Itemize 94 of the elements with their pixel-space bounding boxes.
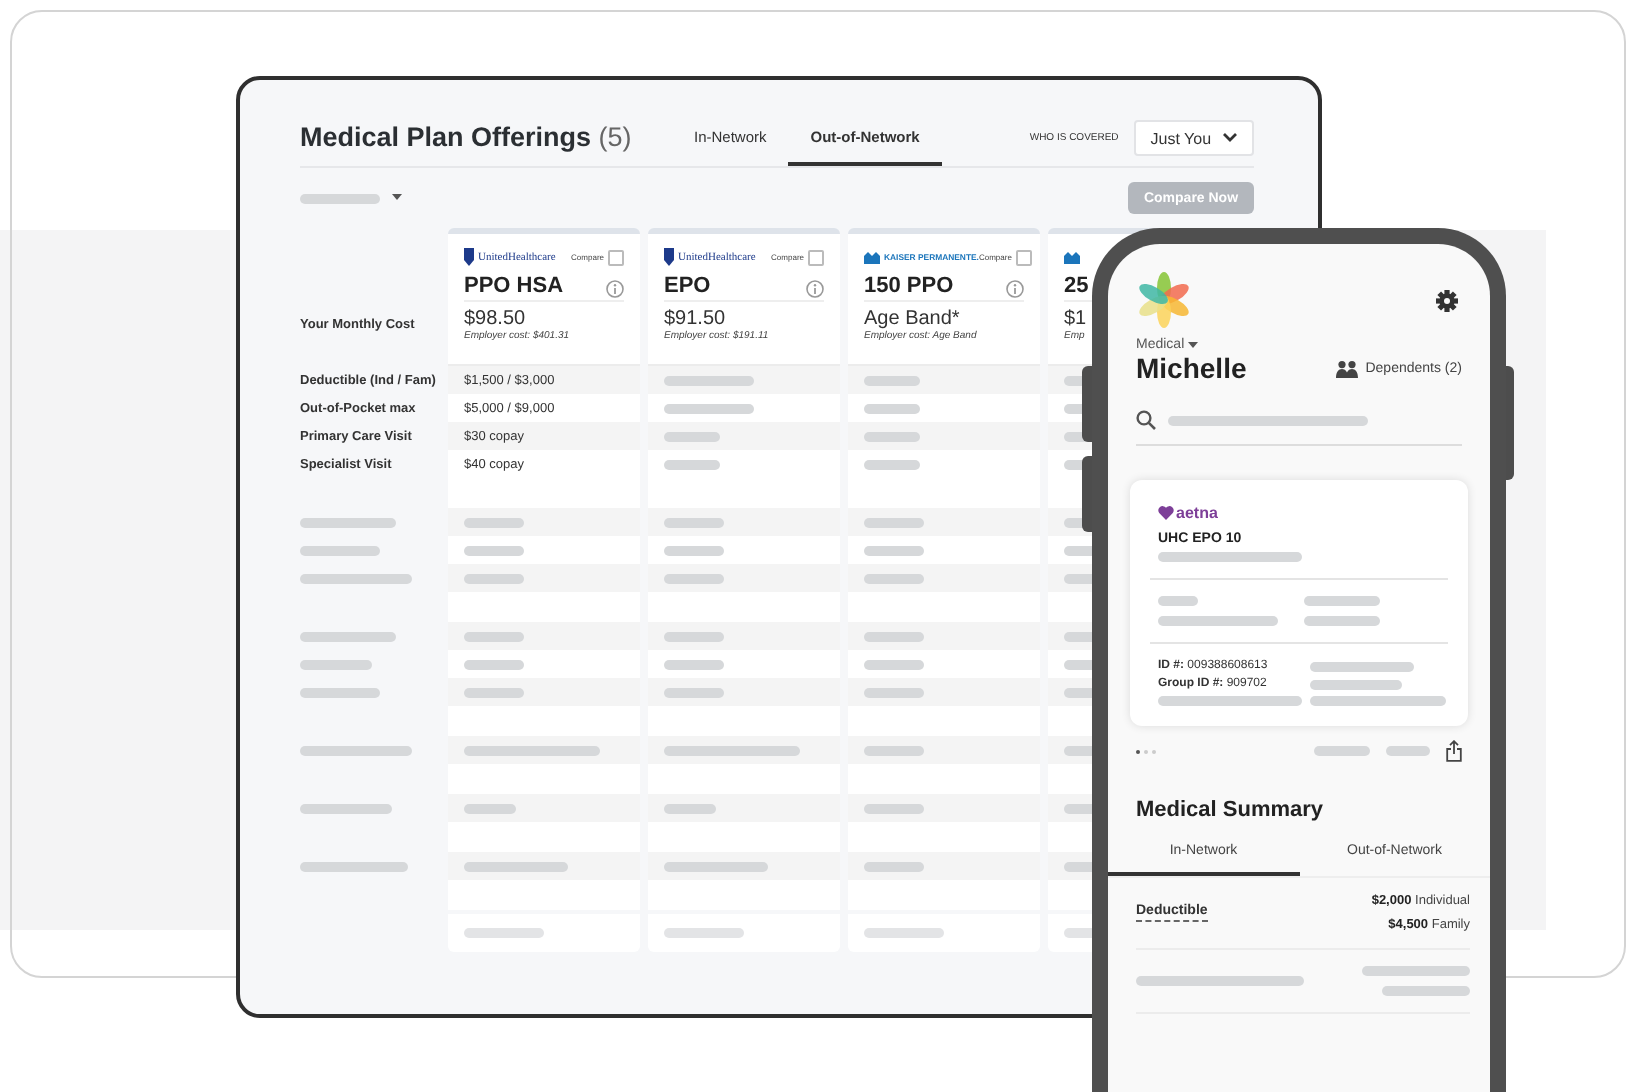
shield-icon [664,248,674,266]
placeholder-bar [464,803,516,813]
plan-name: 150 PPO [864,274,954,298]
placeholder-bar [1310,696,1446,706]
monthly-cost: $91.50 [664,308,728,330]
placeholder-bar [864,659,924,669]
compare-checkbox[interactable] [608,249,624,265]
placeholder-bar [300,687,380,697]
placeholder-bar [864,545,924,555]
chevron-icon [1222,132,1238,144]
placeholder-bar [864,459,920,469]
monthly-cost: $1 [1064,308,1089,330]
insurer-logo: aetna [1158,504,1218,522]
placeholder-bar [1382,986,1470,996]
placeholder-bar [1158,596,1198,606]
placeholder-bar [664,861,768,871]
placeholder-bar [1158,552,1302,562]
placeholder-bar [864,431,920,441]
info-icon [606,280,624,298]
placeholder-bar [464,659,524,669]
share-icon [1446,740,1462,762]
placeholder-bar [664,803,716,813]
flower-logo-icon [1136,272,1192,328]
shield-icon [464,248,474,266]
placeholder-bar [464,928,544,938]
placeholder-bar [664,545,724,555]
placeholder-bar [664,659,724,669]
placeholder-bar [664,403,754,413]
placeholder-bar [664,517,724,527]
caret-icon [392,194,402,202]
placeholder-bar [864,687,924,697]
building-icon [864,251,880,263]
page-title: Medical Plan Offerings (5) [300,120,634,156]
placeholder-bar [300,659,372,669]
placeholder-bar [664,687,724,697]
placeholder-bar [1386,746,1430,756]
placeholder-bar [300,193,380,203]
coverage-select[interactable]: Just You [1134,120,1254,156]
settings-icon [1436,289,1458,311]
placeholder-bar [1303,596,1379,606]
placeholder-bar [464,861,568,871]
placeholder-bar [1310,679,1402,689]
placeholder-bar [1362,966,1470,976]
compare-checkbox[interactable] [808,249,824,265]
placeholder-bar [464,545,524,555]
placeholder-bar [300,573,412,583]
placeholder-bar [300,517,396,527]
plan-name: EPO [664,274,711,298]
placeholder-bar [664,431,720,441]
placeholder-bar [864,745,924,755]
placeholder-bar [664,375,754,385]
plan-name: 25 [1064,274,1089,298]
placeholder-bar [664,928,744,938]
heart-icon [1158,506,1174,520]
placeholder-bar [464,573,524,583]
placeholder-bar [300,631,396,641]
search-icon [1136,410,1156,430]
placeholder-bar [864,803,924,813]
monthly-cost: $98.50 [464,308,528,330]
placeholder-bar [300,803,392,813]
placeholder-bar [464,517,524,527]
placeholder-bar [864,861,924,871]
placeholder-bar [1303,616,1379,626]
placeholder-bar [464,687,524,697]
building-icon [1064,251,1080,263]
monthly-cost: Age Band* [864,308,960,330]
placeholder-bar [1310,661,1414,671]
placeholder-bar [300,745,412,755]
placeholder-bar [464,745,600,755]
info-icon [806,280,824,298]
placeholder-bar [664,573,724,583]
placeholder-bar [664,745,800,755]
compare-checkbox[interactable] [1015,249,1032,265]
info-icon [1006,280,1024,298]
people-icon [1335,359,1358,377]
placeholder-bar [1158,696,1302,706]
placeholder-bar [1158,616,1278,626]
placeholder-bar [300,861,408,871]
placeholder-bar [864,573,924,583]
placeholder-bar [1314,746,1370,756]
search-field[interactable] [1136,410,1462,446]
user-name: Michelle [1136,352,1247,384]
placeholder-bar [864,403,920,413]
section-title: Medical Summary [1136,798,1326,822]
placeholder-bar [664,631,724,641]
placeholder-bar [864,631,924,641]
placeholder-bar [300,545,380,555]
placeholder-bar [864,928,944,938]
placeholder-bar [864,375,920,385]
plan-name: PPO HSA [464,274,564,298]
caret-icon [1188,341,1199,349]
placeholder-bar [664,459,720,469]
placeholder-bar [864,517,924,527]
placeholder-bar [464,631,524,641]
